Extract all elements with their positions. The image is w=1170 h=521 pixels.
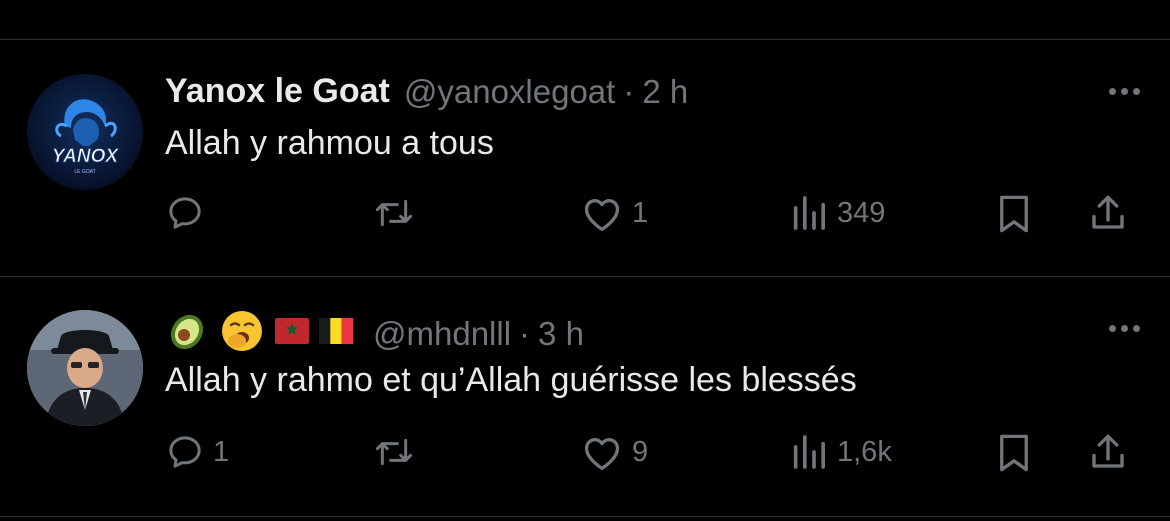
tweet-2[interactable]: @mhdnlll · 3 h Allah y rahmo et qu’Allah… bbox=[0, 277, 1170, 513]
repost-button[interactable] bbox=[372, 432, 424, 472]
view-count: 1,6k bbox=[837, 435, 892, 468]
display-name[interactable]: Yanox le Goat bbox=[165, 72, 390, 111]
goat-logo-icon: YANOX LE GOAT bbox=[27, 74, 143, 190]
views-button[interactable]: 349 bbox=[789, 193, 885, 233]
share-button[interactable] bbox=[1087, 192, 1129, 234]
like-count: 9 bbox=[632, 435, 649, 468]
svg-text:LE GOAT: LE GOAT bbox=[74, 169, 95, 175]
avatar[interactable] bbox=[27, 310, 143, 426]
handle[interactable]: @yanoxlegoat bbox=[404, 73, 615, 111]
views-button[interactable]: 1,6k bbox=[789, 432, 892, 472]
bookmark-icon bbox=[1000, 195, 1028, 233]
bookmark-icon bbox=[1000, 434, 1028, 472]
like-count: 1 bbox=[632, 196, 649, 229]
tweet-text: Allah y rahmou a tous bbox=[165, 124, 494, 162]
yawning-face-emoji bbox=[219, 308, 265, 359]
bookmark-button[interactable] bbox=[995, 193, 1033, 235]
repost-button[interactable] bbox=[372, 193, 424, 233]
more-options-icon[interactable] bbox=[1109, 88, 1140, 95]
repost-icon bbox=[375, 199, 413, 227]
views-chart-icon bbox=[793, 435, 825, 469]
avatar[interactable]: YANOX LE GOAT bbox=[27, 74, 143, 190]
share-icon bbox=[1092, 434, 1124, 468]
views-chart-icon bbox=[793, 196, 825, 230]
reply-button[interactable]: 1 bbox=[165, 432, 229, 472]
svg-text:YANOX: YANOX bbox=[52, 146, 119, 167]
like-button[interactable]: 9 bbox=[580, 432, 648, 472]
belgium-flag bbox=[319, 318, 353, 349]
heart-icon bbox=[584, 438, 620, 470]
tweet-1[interactable]: YANOX LE GOAT Yanox le Goat @yanoxlegoat… bbox=[0, 40, 1170, 276]
share-button[interactable] bbox=[1087, 431, 1129, 473]
repost-icon bbox=[375, 438, 413, 466]
handle[interactable]: @mhdnlll bbox=[373, 315, 511, 353]
bookmark-button[interactable] bbox=[995, 432, 1033, 474]
profile-photo-icon bbox=[27, 310, 143, 426]
timestamp[interactable]: 3 h bbox=[538, 315, 584, 353]
view-count: 349 bbox=[837, 196, 886, 229]
divider-bottom bbox=[0, 516, 1170, 517]
separator: · bbox=[519, 314, 531, 352]
morocco-flag bbox=[275, 318, 309, 349]
share-icon bbox=[1092, 195, 1124, 229]
tweet-text: Allah y rahmo et qu’Allah guérisse les b… bbox=[165, 361, 857, 399]
separator: · bbox=[623, 72, 635, 110]
tweet-header: @mhdnlll · 3 h bbox=[165, 308, 584, 359]
avocado-emoji bbox=[165, 309, 209, 358]
like-button[interactable]: 1 bbox=[580, 193, 648, 233]
reply-icon bbox=[169, 197, 201, 229]
timestamp[interactable]: 2 h bbox=[642, 73, 688, 111]
heart-icon bbox=[584, 199, 620, 231]
reply-button[interactable] bbox=[165, 193, 213, 233]
reply-icon bbox=[169, 436, 201, 468]
reply-count: 1 bbox=[213, 435, 230, 468]
tweet-header: Yanox le Goat @yanoxlegoat · 2 h bbox=[165, 72, 688, 111]
more-options-icon[interactable] bbox=[1109, 325, 1140, 332]
